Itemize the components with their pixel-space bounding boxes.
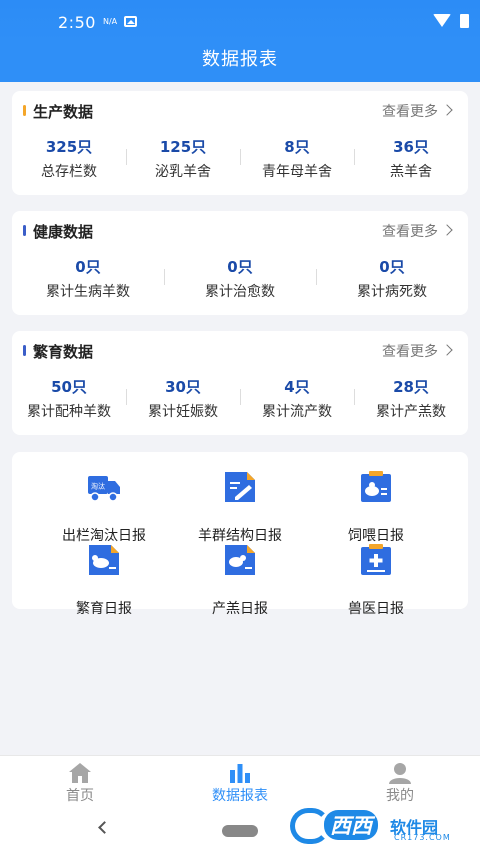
stat-label: 累计生病羊数 [46,284,130,300]
truck-icon-text: 淘汰 [91,482,105,491]
bottom-tab-bar: 首页 数据报表 我的 [0,755,480,809]
stat-label: 累计产羔数 [376,404,446,420]
network-label: N/A [103,17,118,26]
health-data-card: 健康数据 查看更多 0只累计生病羊数 0只累计治愈数 0只累计病死数 [12,211,468,315]
tab-mine[interactable]: 我的 [320,756,480,809]
accent-bar [23,345,26,356]
stat-label: 累计配种羊数 [27,404,111,420]
stat-item[interactable]: 0只累计治愈数 [164,257,316,305]
stat-value: 0只 [75,258,101,276]
stat-label: 羔羊舍 [390,164,432,180]
stat-item[interactable]: 4只累计流产数 [240,377,354,425]
stat-value: 0只 [227,258,253,276]
stats-row: 325只总存栏数 125只泌乳羊舍 8只青年母羊舍 36只羔羊舍 [12,137,468,185]
watermark-url: CR173.COM [394,833,451,842]
stat-item[interactable]: 8只青年母羊舍 [240,137,354,185]
stat-label: 累计病死数 [357,284,427,300]
stat-value: 125只 [159,138,207,156]
stat-value: 50只 [51,378,87,396]
report-label: 饲喂日报 [348,528,404,544]
stat-value: 8只 [284,138,310,156]
stat-value: 325只 [45,138,93,156]
report-herd-structure-daily[interactable]: 羊群结构日报 [164,470,316,544]
battery-icon [460,14,469,28]
report-lambing-daily[interactable]: 产羔日报 [164,543,316,617]
breeding-report-icon [89,545,119,575]
view-more-link[interactable]: 查看更多 [382,221,438,241]
stat-label: 累计流产数 [262,404,332,420]
stat-value: 0只 [379,258,405,276]
stat-value: 30只 [165,378,201,396]
report-grid: 淘汰 出栏淘汰日报 羊群结构日报 饲喂日报 繁育日报 产羔日报 兽医日报 [12,452,468,617]
status-bar: 2:50 N/A [0,0,480,42]
stat-item[interactable]: 0只累计病死数 [316,257,468,305]
report-label: 出栏淘汰日报 [62,528,146,544]
home-pill[interactable] [222,825,258,837]
vet-report-icon [361,544,391,575]
stat-label: 累计妊娠数 [148,404,218,420]
user-icon [389,763,411,784]
report-vet-daily[interactable]: 兽医日报 [300,543,452,617]
card-title: 健康数据 [33,223,94,241]
card-title: 生产数据 [33,103,94,121]
status-time: 2:50 [58,13,96,32]
image-notification-icon [124,16,137,27]
lambing-report-icon [225,545,255,575]
card-title: 繁育数据 [33,343,94,361]
tab-data-report[interactable]: 数据报表 [160,756,320,809]
chevron-right-icon[interactable] [441,224,453,236]
stat-item[interactable]: 30只累计妊娠数 [126,377,240,425]
report-label: 羊群结构日报 [198,528,282,544]
tab-label: 首页 [66,788,94,804]
stats-row: 0只累计生病羊数 0只累计治愈数 0只累计病死数 [12,257,468,305]
stat-item[interactable]: 36只羔羊舍 [354,137,468,185]
report-label: 兽医日报 [348,601,404,617]
stat-value: 4只 [284,378,310,396]
report-label: 繁育日报 [76,601,132,617]
tab-label: 我的 [386,788,414,804]
bar-chart-icon [230,764,250,783]
accent-bar [23,225,26,236]
watermark-brand: 西西 [324,810,378,840]
page-title: 数据报表 [202,49,278,70]
stats-row: 50只累计配种羊数 30只累计妊娠数 4只累计流产数 28只累计产羔数 [12,377,468,425]
view-more-link[interactable]: 查看更多 [382,341,438,361]
stat-value: 36只 [393,138,429,156]
watermark-logo: 西西 软件园 CR173.COM [290,806,464,846]
chevron-right-icon[interactable] [441,104,453,116]
stat-item[interactable]: 50只累计配种羊数 [12,377,126,425]
stat-item[interactable]: 0只累计生病羊数 [12,257,164,305]
report-breeding-daily[interactable]: 繁育日报 [28,543,180,617]
feed-report-icon [361,471,391,502]
report-feeding-daily[interactable]: 饲喂日报 [300,470,452,544]
report-label: 产羔日报 [212,601,268,617]
chevron-right-icon[interactable] [441,344,453,356]
stat-value: 28只 [393,378,429,396]
truck-icon: 淘汰 [88,476,120,502]
breeding-data-card: 繁育数据 查看更多 50只累计配种羊数 30只累计妊娠数 4只累计流产数 28只… [12,331,468,435]
edit-document-icon [225,472,255,502]
stat-item[interactable]: 125只泌乳羊舍 [126,137,240,185]
tab-label: 数据报表 [212,788,268,804]
tab-home[interactable]: 首页 [0,756,160,809]
stat-label: 总存栏数 [41,164,97,180]
card-header: 健康数据 查看更多 [12,211,468,251]
report-culling-daily[interactable]: 淘汰 出栏淘汰日报 [28,470,180,544]
back-icon[interactable] [98,821,111,834]
page-header: 数据报表 [0,42,480,82]
home-icon [69,763,91,783]
stat-item[interactable]: 325只总存栏数 [12,137,126,185]
card-header: 生产数据 查看更多 [12,91,468,131]
stat-label: 泌乳羊舍 [155,164,211,180]
production-data-card: 生产数据 查看更多 325只总存栏数 125只泌乳羊舍 8只青年母羊舍 36只羔… [12,91,468,195]
wifi-icon [433,14,451,27]
card-header: 繁育数据 查看更多 [12,331,468,371]
stat-label: 累计治愈数 [205,284,275,300]
view-more-link[interactable]: 查看更多 [382,101,438,121]
stat-item[interactable]: 28只累计产羔数 [354,377,468,425]
accent-bar [23,105,26,116]
stat-label: 青年母羊舍 [262,164,332,180]
